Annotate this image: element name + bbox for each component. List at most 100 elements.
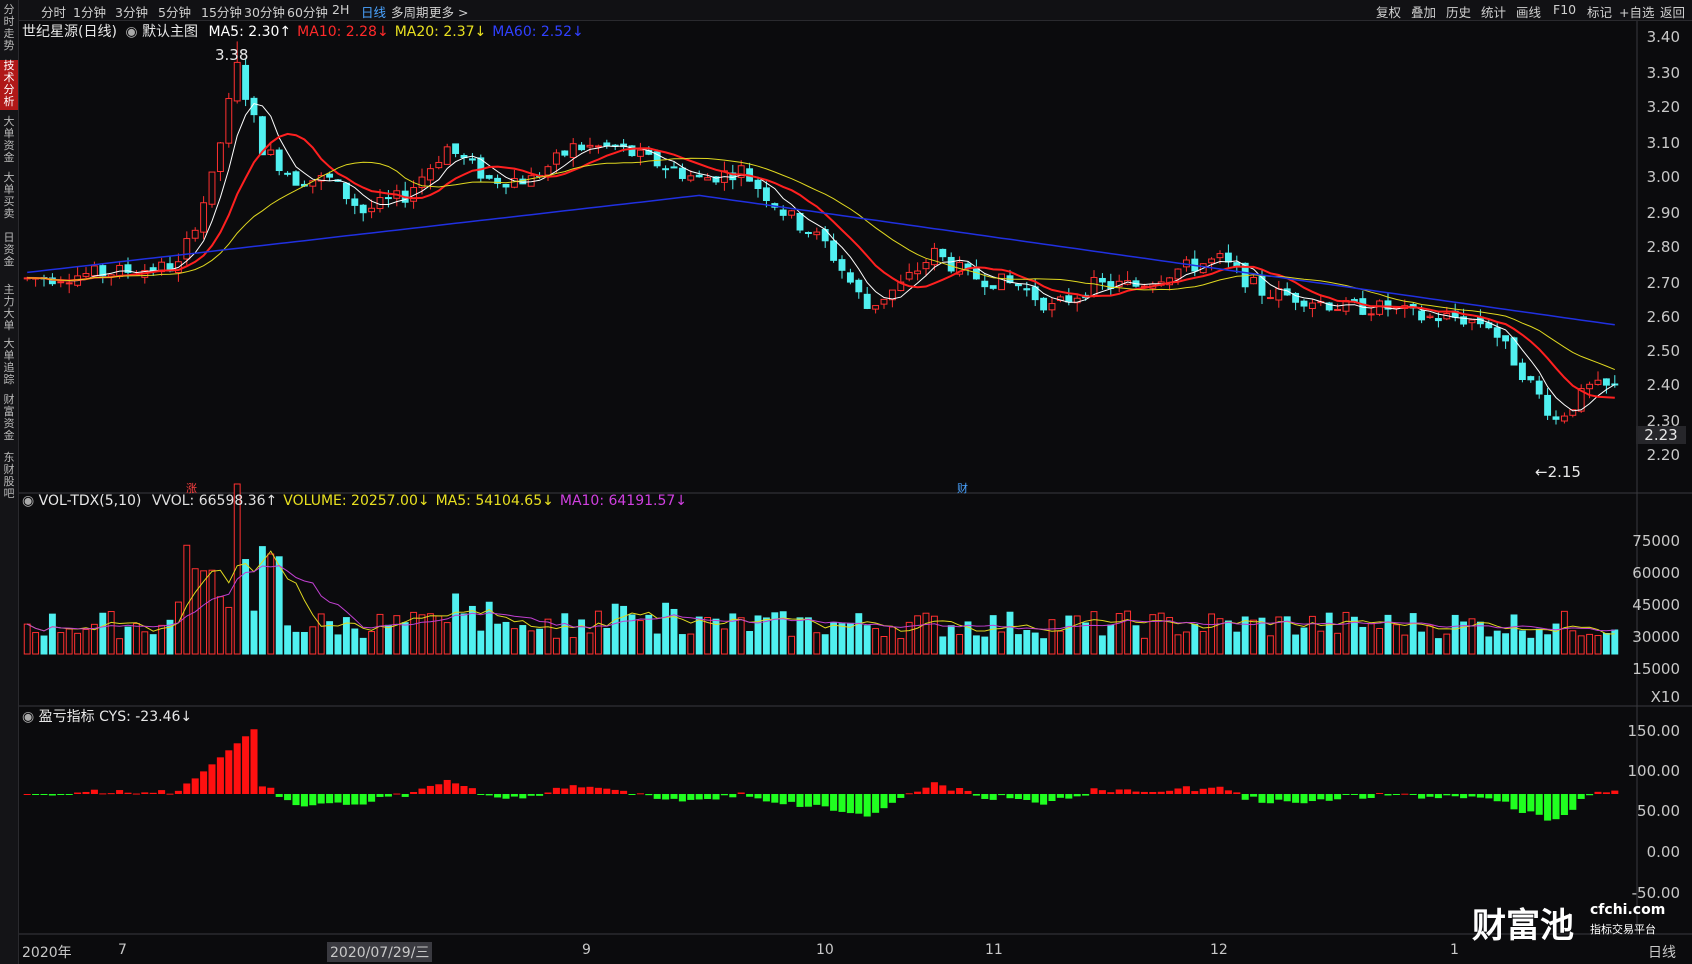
candle-body[interactable] — [981, 280, 989, 288]
candle-body[interactable] — [930, 247, 938, 266]
volume-bar[interactable] — [452, 593, 460, 655]
cys-bar[interactable] — [1569, 794, 1577, 810]
cys-bar[interactable] — [704, 794, 712, 799]
sidebar-tab-5[interactable]: 主力大单 — [0, 284, 18, 332]
sidebar-tab-4[interactable]: 日资金 — [0, 232, 18, 276]
cys-bar[interactable] — [1065, 794, 1073, 799]
volume-bar[interactable] — [687, 633, 695, 655]
cys-bar[interactable] — [200, 771, 208, 794]
volume-bar[interactable] — [1535, 628, 1543, 655]
candle-body[interactable] — [1266, 297, 1274, 300]
cys-bar[interactable] — [174, 790, 182, 794]
cys-bar[interactable] — [1468, 794, 1476, 797]
volume-bar[interactable] — [40, 635, 48, 655]
volume-bar[interactable] — [1191, 623, 1199, 655]
volume-bar[interactable] — [426, 613, 434, 655]
cys-bar[interactable] — [519, 794, 527, 799]
cys-bar[interactable] — [452, 783, 460, 794]
cys-bar[interactable] — [351, 794, 359, 805]
candle-body[interactable] — [1065, 295, 1073, 303]
volume-bar[interactable] — [1443, 633, 1451, 655]
cys-bar[interactable] — [821, 794, 829, 807]
volume-bar[interactable] — [897, 638, 905, 655]
cys-bar[interactable] — [57, 794, 65, 795]
volume-bar[interactable] — [1552, 623, 1560, 655]
cys-bar[interactable] — [40, 794, 48, 795]
cys-bar[interactable] — [888, 794, 896, 803]
cys-bar[interactable] — [905, 793, 913, 795]
cys-bar[interactable] — [1535, 794, 1543, 815]
cys-bar[interactable] — [1401, 793, 1409, 795]
candle-body[interactable] — [1552, 416, 1560, 420]
cys-bar[interactable] — [804, 794, 812, 807]
candle-body[interactable] — [603, 142, 611, 147]
volume-bar[interactable] — [561, 613, 569, 655]
cys-bar[interactable] — [964, 790, 972, 794]
cys-bar[interactable] — [1199, 788, 1207, 794]
cys-bar[interactable] — [1132, 791, 1140, 794]
indicator-toggle-icon[interactable]: ◉ — [125, 24, 137, 40]
cys-bar[interactable] — [1560, 794, 1568, 816]
candle-body[interactable] — [1048, 303, 1056, 311]
volume-bar[interactable] — [1224, 620, 1232, 655]
volume-bar[interactable] — [216, 596, 224, 655]
candle-body[interactable] — [82, 273, 90, 277]
cys-bar[interactable] — [317, 794, 325, 804]
volume-bar[interactable] — [368, 631, 376, 655]
volume-bar[interactable] — [863, 625, 871, 655]
candle-body[interactable] — [788, 210, 796, 216]
volume-bar[interactable] — [1485, 636, 1493, 655]
cys-bar[interactable] — [846, 794, 854, 814]
volume-bar[interactable] — [1014, 634, 1022, 655]
cys-bar[interactable] — [1082, 794, 1090, 796]
cys-bar[interactable] — [1182, 786, 1190, 794]
cys-bar[interactable] — [1191, 791, 1199, 794]
volume-bar[interactable] — [1250, 619, 1258, 655]
candle-body[interactable] — [1275, 288, 1283, 301]
volume-bar[interactable] — [23, 623, 31, 655]
volume-bar[interactable] — [905, 621, 913, 655]
volume-bar[interactable] — [376, 613, 384, 655]
cys-bar[interactable] — [208, 764, 216, 794]
candle-body[interactable] — [855, 279, 863, 293]
cys-bar[interactable] — [267, 787, 275, 794]
volume-bar[interactable] — [998, 631, 1006, 655]
cys-bar[interactable] — [1485, 794, 1493, 799]
volume-bar[interactable] — [460, 613, 468, 655]
cys-bar[interactable] — [1552, 794, 1560, 820]
cys-bar[interactable] — [1107, 792, 1115, 794]
candle-body[interactable] — [1014, 283, 1022, 287]
cys-bar[interactable] — [1090, 788, 1098, 794]
cys-bar[interactable] — [1586, 794, 1594, 796]
cys-bar[interactable] — [1031, 794, 1039, 803]
volume-bar[interactable] — [1493, 630, 1501, 655]
period-tab-1[interactable]: 1分钟 — [73, 2, 106, 21]
volume-bar[interactable] — [1392, 624, 1400, 655]
cys-bar[interactable] — [1174, 788, 1182, 794]
cys-bar[interactable] — [1115, 789, 1123, 794]
cys-bar[interactable] — [620, 790, 628, 794]
volume-bar[interactable] — [1040, 638, 1048, 655]
volume-bar[interactable] — [804, 617, 812, 655]
period-tab-2[interactable]: 3分钟 — [115, 2, 148, 21]
volume-bar[interactable] — [989, 615, 997, 655]
volume-bar[interactable] — [258, 546, 266, 655]
candle-body[interactable] — [695, 174, 703, 178]
cys-bar[interactable] — [830, 794, 838, 811]
cys-bar[interactable] — [1124, 789, 1132, 794]
cys-bar[interactable] — [418, 788, 426, 794]
cys-bar[interactable] — [368, 794, 376, 802]
volume-bar[interactable] — [359, 637, 367, 655]
toolbar-btn-1[interactable]: 叠加 — [1411, 2, 1436, 21]
volume-bar[interactable] — [1569, 630, 1577, 655]
volume-bar[interactable] — [1468, 618, 1476, 655]
cys-bar[interactable] — [1611, 790, 1619, 794]
toolbar-btn-6[interactable]: 标记 — [1587, 2, 1612, 21]
cys-bar[interactable] — [359, 794, 367, 805]
candle-body[interactable] — [544, 166, 552, 176]
cys-bar[interactable] — [1334, 794, 1342, 800]
candle-body[interactable] — [90, 265, 98, 277]
volume-bar[interactable] — [1300, 627, 1308, 655]
cys-bar[interactable] — [1443, 794, 1451, 796]
candle-body[interactable] — [998, 273, 1006, 291]
